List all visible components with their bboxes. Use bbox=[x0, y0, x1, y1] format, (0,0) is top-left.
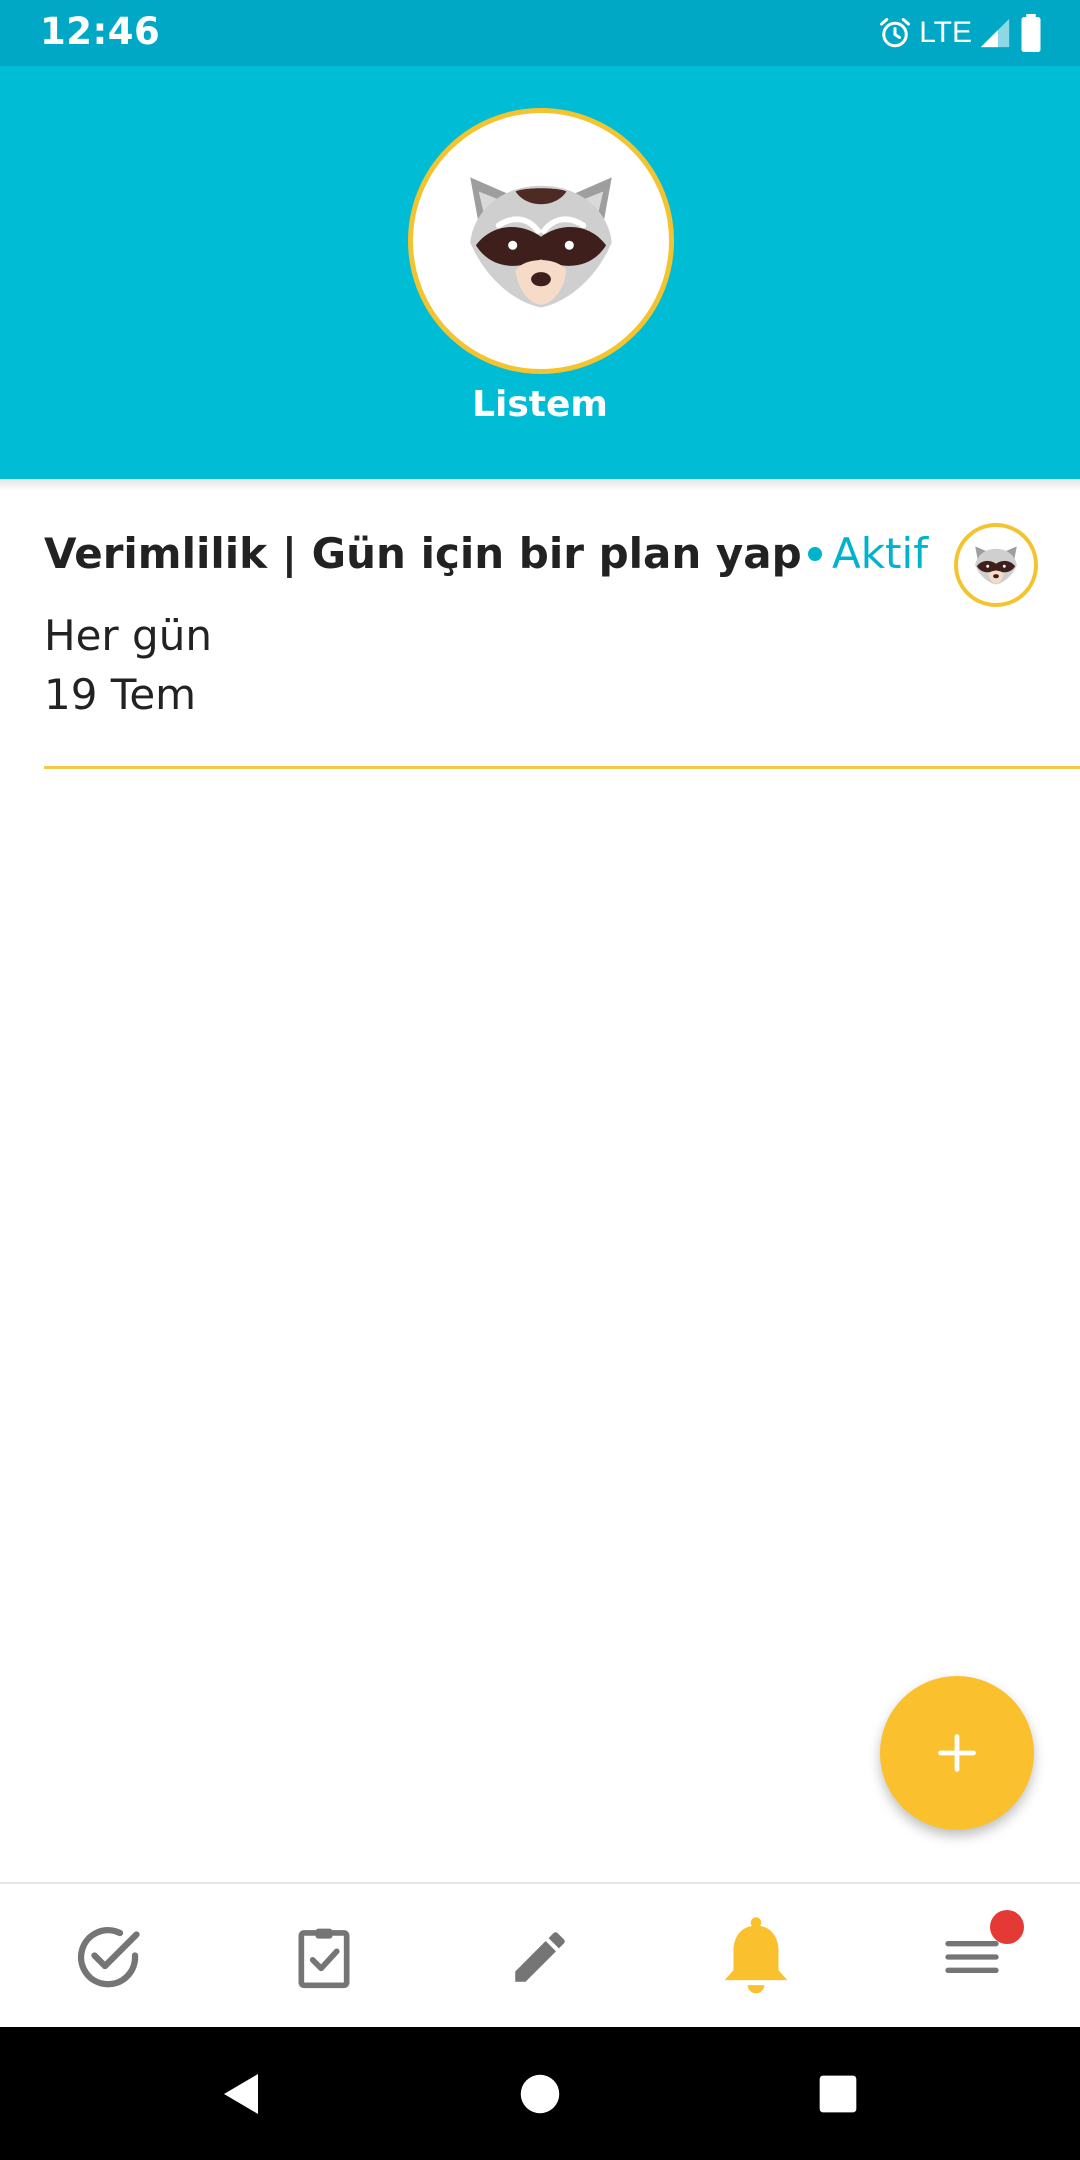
status-time: 12:46 bbox=[40, 10, 161, 53]
list-item[interactable]: Verimlilik | Gün için bir plan yap Aktif… bbox=[0, 491, 1080, 771]
home-icon bbox=[520, 2074, 560, 2113]
nav-item-tasks[interactable] bbox=[216, 1884, 432, 2029]
check-circle-icon bbox=[77, 1926, 140, 1987]
habit-frequency: Her gün bbox=[44, 611, 212, 660]
back-icon bbox=[224, 2073, 258, 2114]
network-type: LTE bbox=[919, 16, 972, 49]
back-button[interactable] bbox=[180, 2027, 300, 2160]
status-dot bbox=[808, 546, 822, 561]
nav-item-notes[interactable] bbox=[432, 1884, 648, 2029]
bottom-nav bbox=[0, 1882, 1080, 2029]
status-icons: LTE bbox=[877, 10, 1044, 56]
raccoon-avatar-small bbox=[954, 523, 1038, 607]
bell-icon bbox=[724, 1916, 788, 1993]
add-button[interactable] bbox=[880, 1676, 1034, 1830]
divider bbox=[44, 766, 1080, 769]
page-title: Listem bbox=[472, 384, 608, 425]
nav-item-habits[interactable] bbox=[0, 1884, 216, 2029]
recents-icon bbox=[819, 2075, 857, 2112]
notification-badge bbox=[990, 1910, 1024, 1944]
home-button[interactable] bbox=[480, 2027, 600, 2160]
status-label: Aktif bbox=[832, 529, 928, 578]
raccoon-avatar[interactable] bbox=[408, 108, 674, 374]
habit-title: Verimlilik | Gün için bir plan yap bbox=[44, 529, 802, 578]
status-badge: Aktif bbox=[808, 529, 928, 578]
status-bar: 12:46 LTE bbox=[0, 0, 1080, 66]
alarm-icon bbox=[880, 18, 911, 48]
pencil-icon bbox=[515, 1931, 565, 1982]
raccoon-icon bbox=[975, 546, 1017, 585]
battery-icon bbox=[1021, 14, 1041, 52]
nav-item-menu[interactable] bbox=[864, 1884, 1080, 2029]
profile-header: Listem bbox=[0, 66, 1080, 479]
nav-item-reminders[interactable] bbox=[648, 1884, 864, 2029]
recents-button[interactable] bbox=[778, 2027, 898, 2160]
system-nav-bar bbox=[0, 2027, 1080, 2160]
raccoon-icon bbox=[470, 177, 612, 308]
signal-icon bbox=[980, 18, 1010, 48]
habit-date: 19 Tem bbox=[44, 670, 197, 719]
header-shadow bbox=[0, 479, 1080, 491]
clipboard-check-icon bbox=[298, 1928, 350, 1988]
plus-icon bbox=[938, 1734, 976, 1772]
